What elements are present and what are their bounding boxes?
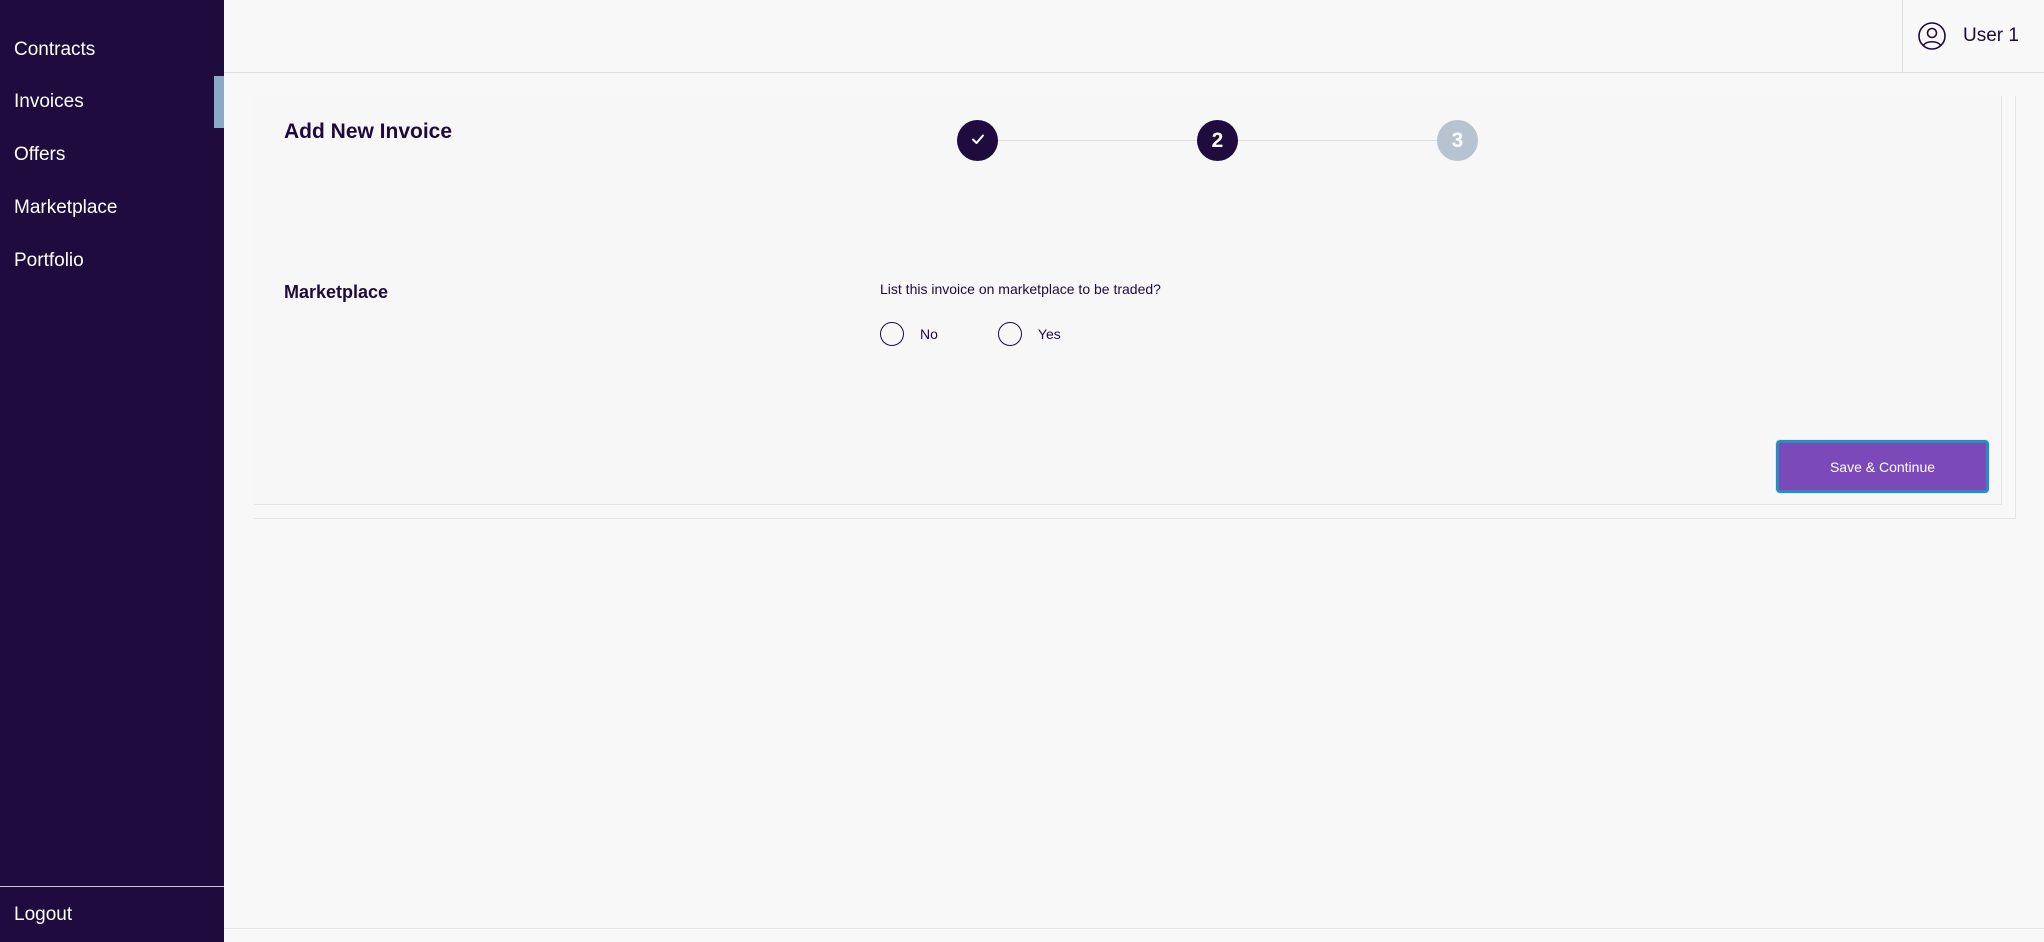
sidebar-item-offers[interactable]: Offers (0, 129, 224, 181)
sidebar-item-label: Offers (14, 144, 66, 165)
sidebar: Contracts Invoices Offers Marketplace Po… (0, 0, 224, 942)
sidebar-item-marketplace[interactable]: Marketplace (0, 182, 224, 234)
check-icon (970, 129, 986, 153)
sidebar-item-invoices[interactable]: Invoices (0, 76, 224, 128)
stepper-connector (998, 140, 1197, 141)
section-label: Marketplace (284, 282, 389, 302)
radio-button-yes[interactable] (997, 322, 1022, 346)
save-continue-button[interactable]: Save & Continue (1776, 440, 1989, 493)
logout-button[interactable]: Logout (0, 887, 224, 942)
sidebar-item-label: Invoices (14, 91, 84, 112)
marketplace-radio-group: No Yes (880, 322, 1121, 346)
logout-label: Logout (14, 903, 73, 925)
stepper-step-1-completed (957, 120, 998, 161)
radio-label-yes: Yes (1037, 326, 1061, 342)
sidebar-item-label: Portfolio (14, 250, 84, 271)
invoice-form-card (254, 96, 2002, 505)
sidebar-item-label: Contracts (14, 39, 96, 60)
user-menu[interactable]: User 1 (1902, 0, 2044, 72)
page-title: Add New Invoice (284, 120, 453, 143)
step-number: 2 (1211, 128, 1224, 152)
sidebar-item-portfolio[interactable]: Portfolio (0, 235, 224, 287)
stepper-connector (1238, 140, 1437, 141)
stepper-step-3-pending: 3 (1437, 120, 1478, 161)
radio-label-no: No (920, 326, 938, 342)
user-name: User 1 (1963, 25, 2019, 46)
card-border (2015, 96, 2016, 519)
marketplace-question: List this invoice on marketplace to be t… (880, 281, 1161, 297)
radio-option-no[interactable]: No (880, 322, 938, 346)
card-border (254, 518, 2016, 519)
sidebar-item-label: Marketplace (14, 197, 118, 218)
user-circle-icon (1917, 21, 1947, 51)
step-number: 3 (1451, 128, 1464, 152)
sidebar-item-contracts[interactable]: Contracts (0, 24, 224, 76)
radio-button-no[interactable] (880, 322, 904, 346)
footer-divider (224, 928, 2044, 929)
stepper-step-2-current: 2 (1197, 120, 1238, 161)
top-bar: User 1 (224, 0, 2044, 73)
app-root: Contracts Invoices Offers Marketplace Po… (0, 0, 2044, 942)
radio-option-yes[interactable]: Yes (997, 322, 1061, 346)
